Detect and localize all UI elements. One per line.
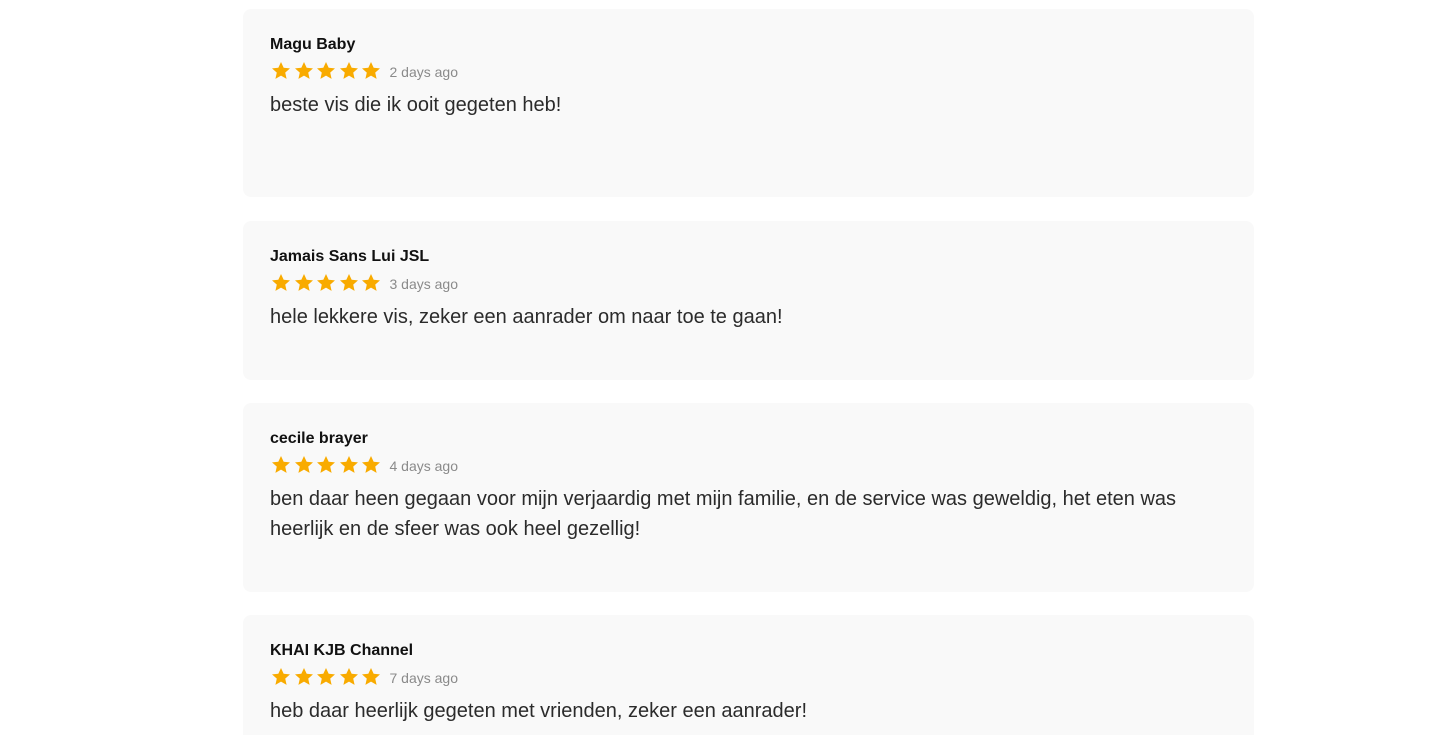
star-icon: [315, 666, 338, 688]
star-rating: [270, 60, 383, 82]
review-card: Jamais Sans Lui JSL 3 days ago hele lekk…: [243, 221, 1254, 380]
star-icon: [270, 272, 293, 294]
star-icon: [360, 454, 383, 476]
review-rating-row: 3 days ago: [270, 272, 1227, 294]
star-icon: [293, 454, 316, 476]
star-rating: [270, 454, 383, 476]
review-text: beste vis die ik ooit gegeten heb!: [270, 94, 562, 116]
review-time: 3 days ago: [389, 276, 459, 292]
review-card: cecile brayer 4 days ago ben daar heen g…: [243, 403, 1254, 592]
review-card: Magu Baby 2 days ago beste vis die ik oo…: [243, 9, 1254, 197]
star-icon: [338, 454, 361, 476]
review-time: 4 days ago: [389, 458, 459, 474]
review-author: cecile brayer: [270, 430, 368, 447]
star-icon: [293, 272, 316, 294]
review-rating-row: 2 days ago: [270, 60, 1227, 82]
review-time: 2 days ago: [389, 64, 459, 80]
star-icon: [338, 272, 361, 294]
review-time: 7 days ago: [389, 670, 459, 686]
review-author: KHAI KJB Channel: [270, 642, 414, 659]
star-icon: [360, 272, 383, 294]
review-card: KHAI KJB Channel 7 days ago heb daar hee…: [243, 615, 1254, 735]
star-icon: [293, 60, 316, 82]
star-icon: [293, 666, 316, 688]
star-icon: [338, 60, 361, 82]
star-icon: [360, 666, 383, 688]
star-icon: [270, 666, 293, 688]
star-icon: [360, 60, 383, 82]
star-icon: [315, 272, 338, 294]
review-text: ben daar heen gegaan voor mijn verjaardi…: [270, 488, 1177, 540]
star-icon: [315, 454, 338, 476]
star-icon: [338, 666, 361, 688]
review-author: Magu Baby: [270, 36, 356, 53]
reviews-list: Magu Baby 2 days ago beste vis die ik oo…: [0, 0, 1442, 735]
review-text: hele lekkere vis, zeker een aanrader om …: [270, 306, 783, 328]
star-icon: [270, 60, 293, 82]
star-rating: [270, 666, 383, 688]
review-rating-row: 7 days ago: [270, 666, 1227, 688]
star-icon: [270, 454, 293, 476]
review-text: heb daar heerlijk gegeten met vrienden, …: [270, 700, 808, 722]
review-author: Jamais Sans Lui JSL: [270, 248, 430, 265]
review-rating-row: 4 days ago: [270, 454, 1227, 476]
star-rating: [270, 272, 383, 294]
star-icon: [315, 60, 338, 82]
